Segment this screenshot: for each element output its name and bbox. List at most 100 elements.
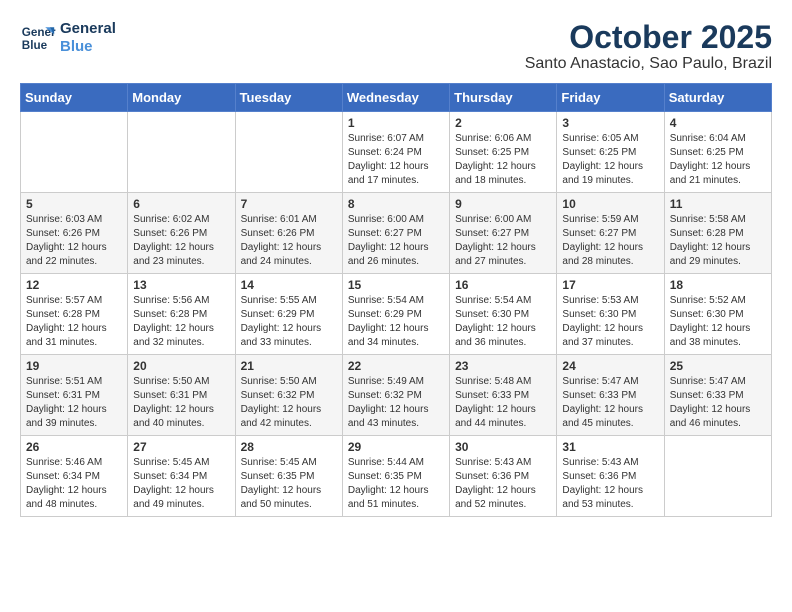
day-number: 21 — [241, 359, 337, 373]
table-row: 27Sunrise: 5:45 AM Sunset: 6:34 PM Dayli… — [128, 436, 235, 517]
day-info: Sunrise: 6:00 AM Sunset: 6:27 PM Dayligh… — [455, 213, 551, 269]
day-number: 13 — [133, 278, 229, 292]
day-info: Sunrise: 5:45 AM Sunset: 6:34 PM Dayligh… — [133, 456, 229, 512]
calendar-week-2: 5Sunrise: 6:03 AM Sunset: 6:26 PM Daylig… — [21, 193, 772, 274]
day-info: Sunrise: 6:02 AM Sunset: 6:26 PM Dayligh… — [133, 213, 229, 269]
day-info: Sunrise: 6:04 AM Sunset: 6:25 PM Dayligh… — [670, 132, 766, 188]
col-wednesday: Wednesday — [342, 84, 449, 112]
day-number: 16 — [455, 278, 551, 292]
day-info: Sunrise: 5:47 AM Sunset: 6:33 PM Dayligh… — [670, 375, 766, 431]
table-row: 29 Sunrise: 5:44 AM Sunset: 6:35 PM Dayli… — [342, 436, 449, 517]
day-info: Sunrise: 5:51 AM Sunset: 6:31 PM Dayligh… — [26, 375, 122, 431]
col-saturday: Saturday — [664, 84, 771, 112]
day-info: Sunrise: 6:07 AM Sunset: 6:24 PM Dayligh… — [348, 132, 444, 188]
table-row: 3Sunrise: 6:05 AM Sunset: 6:25 PM Daylig… — [557, 112, 664, 193]
table-row: 21 Sunrise: 5:50 AM Sunset: 6:32 PM Dayli… — [235, 355, 342, 436]
day-info: Sunrise: 6:06 AM Sunset: 6:25 PM Dayligh… — [455, 132, 551, 188]
day-number: 5 — [26, 197, 122, 211]
table-row: 8 Sunrise: 6:00 AM Sunset: 6:27 PM Daylig… — [342, 193, 449, 274]
day-number: 6 — [133, 197, 229, 211]
table-row: 12Sunrise: 5:57 AM Sunset: 6:28 PM Dayli… — [21, 274, 128, 355]
day-info: Sunrise: 5:47 AM Sunset: 6:33 PM Dayligh… — [562, 375, 658, 431]
day-info: Sunrise: 5:43 AM Sunset: 6:36 PM Dayligh… — [562, 456, 658, 512]
day-info: Sunrise: 5:45 AM Sunset: 6:35 PM Dayligh… — [241, 456, 337, 512]
day-number: 14 — [241, 278, 337, 292]
table-row: 22Sunrise: 5:49 AM Sunset: 6:32 PM Dayli… — [342, 355, 449, 436]
svg-text:Blue: Blue — [22, 39, 48, 52]
table-row: 10 Sunrise: 5:59 AM Sunset: 6:27 PM Dayli… — [557, 193, 664, 274]
calendar-week-4: 19 Sunrise: 5:51 AM Sunset: 6:31 PM Dayli… — [21, 355, 772, 436]
day-number: 23 — [455, 359, 551, 373]
day-info: Sunrise: 6:05 AM Sunset: 6:25 PM Dayligh… — [562, 132, 658, 188]
day-info: Sunrise: 5:48 AM Sunset: 6:33 PM Dayligh… — [455, 375, 551, 431]
table-row: 25 Sunrise: 5:47 AM Sunset: 6:33 PM Dayli… — [664, 355, 771, 436]
day-info: Sunrise: 5:50 AM Sunset: 6:32 PM Dayligh… — [241, 375, 337, 431]
table-row: 5Sunrise: 6:03 AM Sunset: 6:26 PM Daylig… — [21, 193, 128, 274]
day-number: 28 — [241, 440, 337, 454]
logo: General Blue General Blue — [20, 20, 116, 56]
table-row: 15Sunrise: 5:54 AM Sunset: 6:29 PM Dayli… — [342, 274, 449, 355]
page-subtitle: Santo Anastacio, Sao Paulo, Brazil — [525, 55, 772, 73]
table-row: 17 Sunrise: 5:53 AM Sunset: 6:30 PM Dayli… — [557, 274, 664, 355]
table-row: 9Sunrise: 6:00 AM Sunset: 6:27 PM Daylig… — [450, 193, 557, 274]
logo-icon: General Blue — [20, 20, 56, 56]
col-tuesday: Tuesday — [235, 84, 342, 112]
calendar-header-row: Sunday Monday Tuesday Wednesday Thursday… — [21, 84, 772, 112]
table-row: 31 Sunrise: 5:43 AM Sunset: 6:36 PM Dayli… — [557, 436, 664, 517]
day-number: 31 — [562, 440, 658, 454]
table-row: 20Sunrise: 5:50 AM Sunset: 6:31 PM Dayli… — [128, 355, 235, 436]
table-row: 2Sunrise: 6:06 AM Sunset: 6:25 PM Daylig… — [450, 112, 557, 193]
table-row: 14 Sunrise: 5:55 AM Sunset: 6:29 PM Dayli… — [235, 274, 342, 355]
day-number: 11 — [670, 197, 766, 211]
day-number: 26 — [26, 440, 122, 454]
col-thursday: Thursday — [450, 84, 557, 112]
day-info: Sunrise: 5:55 AM Sunset: 6:29 PM Dayligh… — [241, 294, 337, 350]
calendar-week-5: 26 Sunrise: 5:46 AM Sunset: 6:34 PM Dayli… — [21, 436, 772, 517]
day-number: 12 — [26, 278, 122, 292]
table-row: 11 Sunrise: 5:58 AM Sunset: 6:28 PM Dayli… — [664, 193, 771, 274]
table-row — [664, 436, 771, 517]
table-row: 18Sunrise: 5:52 AM Sunset: 6:30 PM Dayli… — [664, 274, 771, 355]
day-info: Sunrise: 5:56 AM Sunset: 6:28 PM Dayligh… — [133, 294, 229, 350]
day-number: 20 — [133, 359, 229, 373]
day-info: Sunrise: 5:49 AM Sunset: 6:32 PM Dayligh… — [348, 375, 444, 431]
table-row: 1 Sunrise: 6:07 AM Sunset: 6:24 PM Daylig… — [342, 112, 449, 193]
table-row: 28 Sunrise: 5:45 AM Sunset: 6:35 PM Dayli… — [235, 436, 342, 517]
day-info: Sunrise: 5:58 AM Sunset: 6:28 PM Dayligh… — [670, 213, 766, 269]
day-number: 25 — [670, 359, 766, 373]
calendar-week-3: 12Sunrise: 5:57 AM Sunset: 6:28 PM Dayli… — [21, 274, 772, 355]
day-number: 19 — [26, 359, 122, 373]
day-number: 15 — [348, 278, 444, 292]
table-row: 16 Sunrise: 5:54 AM Sunset: 6:30 PM Dayli… — [450, 274, 557, 355]
table-row: 26 Sunrise: 5:46 AM Sunset: 6:34 PM Dayli… — [21, 436, 128, 517]
day-number: 17 — [562, 278, 658, 292]
col-monday: Monday — [128, 84, 235, 112]
day-number: 29 — [348, 440, 444, 454]
logo-text-blue: Blue — [60, 38, 116, 56]
day-number: 4 — [670, 116, 766, 130]
day-info: Sunrise: 5:53 AM Sunset: 6:30 PM Dayligh… — [562, 294, 658, 350]
day-number: 8 — [348, 197, 444, 211]
day-info: Sunrise: 5:54 AM Sunset: 6:30 PM Dayligh… — [455, 294, 551, 350]
day-info: Sunrise: 5:43 AM Sunset: 6:36 PM Dayligh… — [455, 456, 551, 512]
day-number: 7 — [241, 197, 337, 211]
table-row — [235, 112, 342, 193]
calendar-table: Sunday Monday Tuesday Wednesday Thursday… — [20, 83, 772, 517]
day-info: Sunrise: 5:44 AM Sunset: 6:35 PM Dayligh… — [348, 456, 444, 512]
day-number: 1 — [348, 116, 444, 130]
day-info: Sunrise: 5:46 AM Sunset: 6:34 PM Dayligh… — [26, 456, 122, 512]
day-info: Sunrise: 5:59 AM Sunset: 6:27 PM Dayligh… — [562, 213, 658, 269]
day-number: 24 — [562, 359, 658, 373]
title-area: October 2025 Santo Anastacio, Sao Paulo,… — [525, 20, 772, 73]
table-row: 6 Sunrise: 6:02 AM Sunset: 6:26 PM Daylig… — [128, 193, 235, 274]
day-number: 10 — [562, 197, 658, 211]
page-title: October 2025 — [525, 20, 772, 55]
table-row: 13 Sunrise: 5:56 AM Sunset: 6:28 PM Dayli… — [128, 274, 235, 355]
col-sunday: Sunday — [21, 84, 128, 112]
logo-text-general: General — [60, 20, 116, 38]
table-row: 4 Sunrise: 6:04 AM Sunset: 6:25 PM Daylig… — [664, 112, 771, 193]
day-info: Sunrise: 6:00 AM Sunset: 6:27 PM Dayligh… — [348, 213, 444, 269]
table-row — [128, 112, 235, 193]
day-number: 18 — [670, 278, 766, 292]
table-row — [21, 112, 128, 193]
